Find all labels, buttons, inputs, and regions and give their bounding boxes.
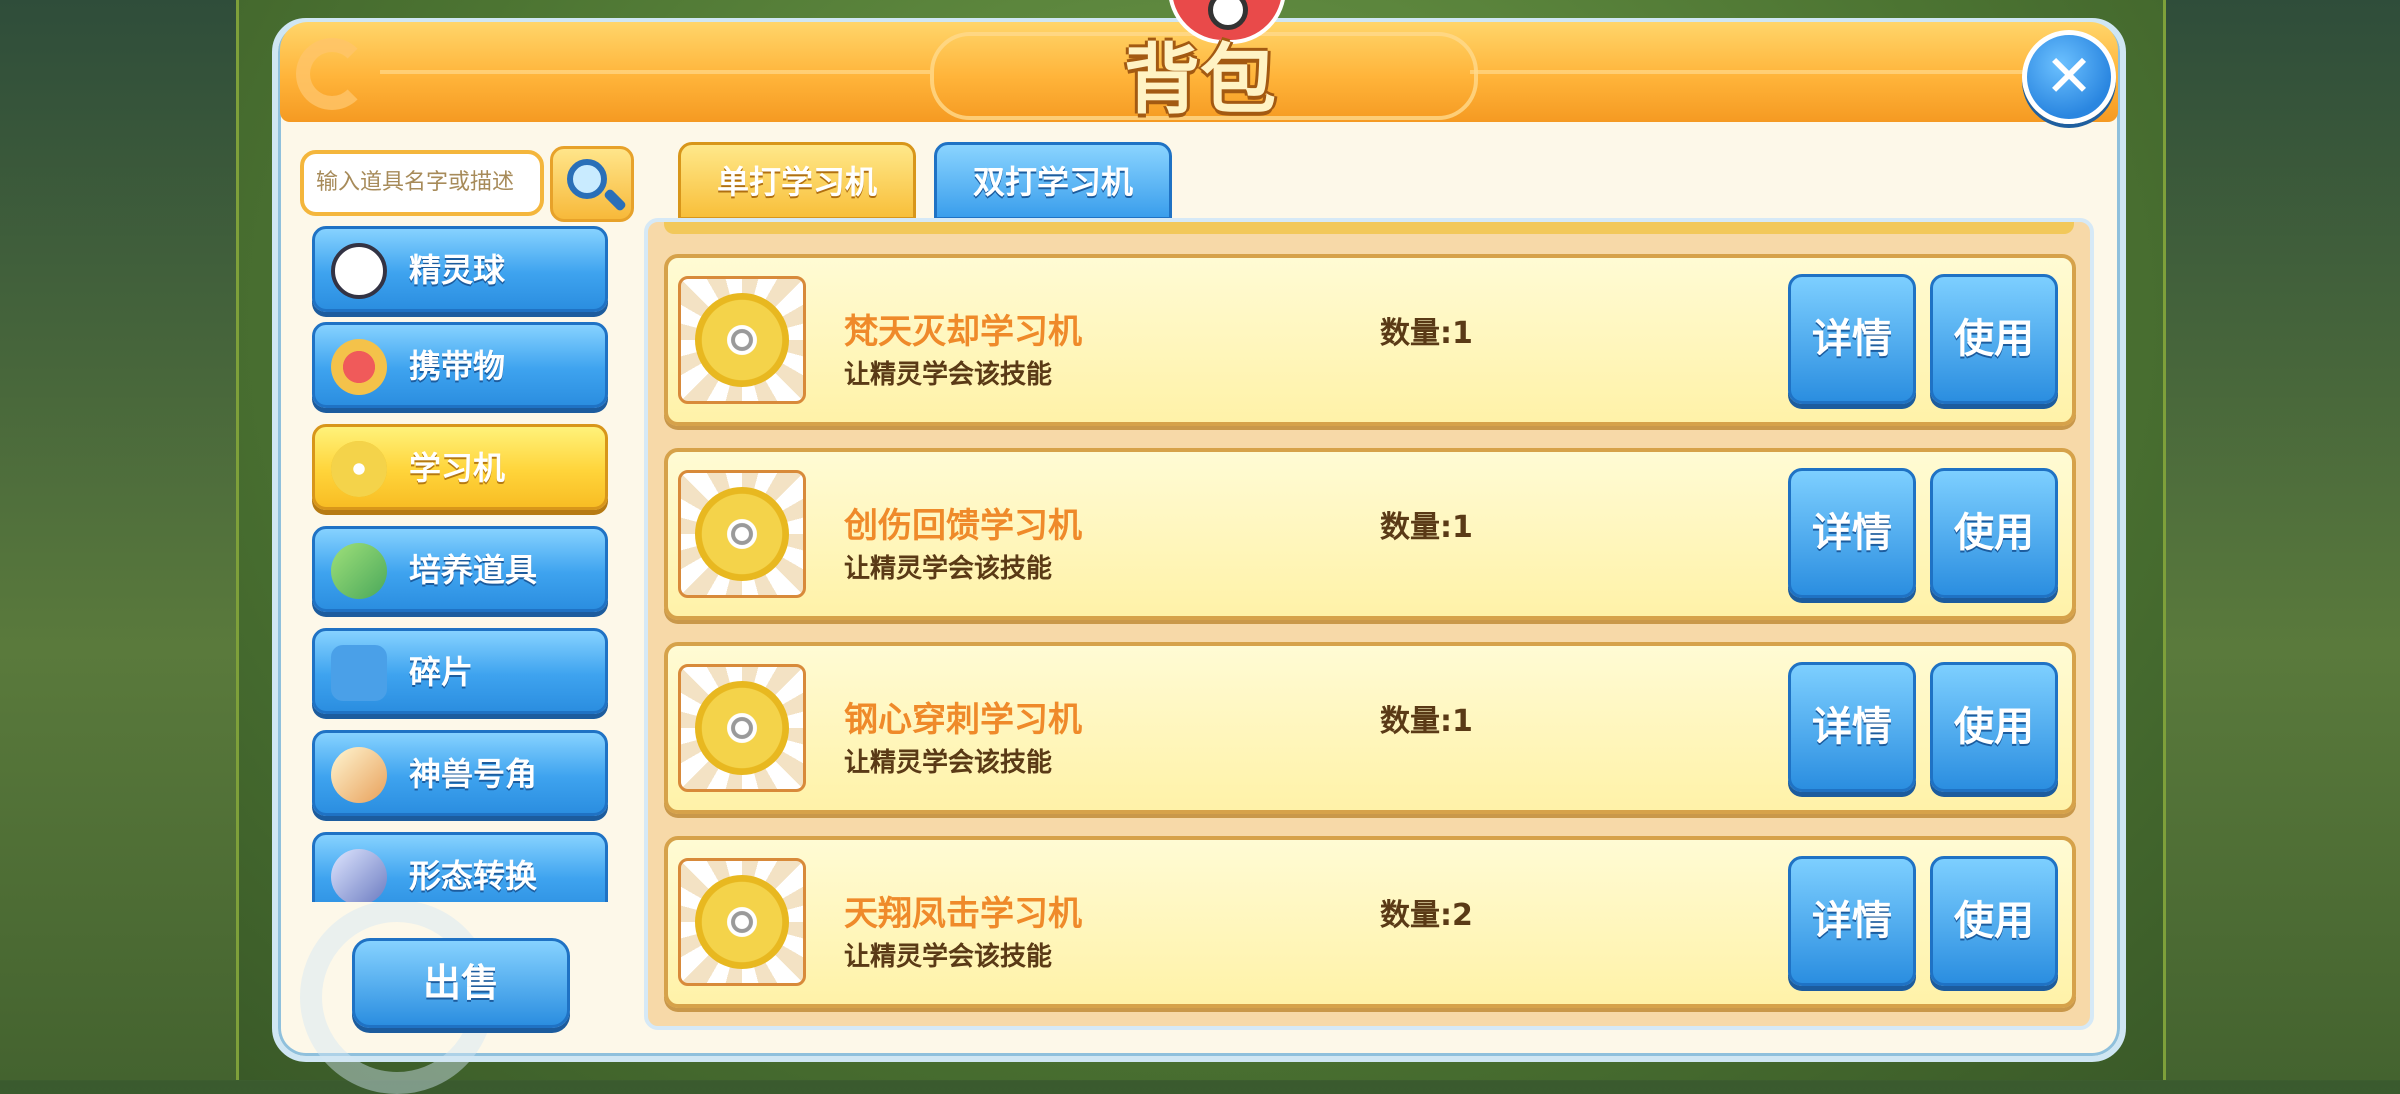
list-scroll-edge	[664, 222, 2074, 234]
search-input[interactable]: 输入道具名字或描述	[300, 150, 544, 216]
header-line-right	[1470, 70, 2030, 74]
item-quantity: 数量:1	[1380, 510, 1473, 545]
use-button[interactable]: 使用	[1930, 468, 2058, 598]
search-button[interactable]	[550, 146, 634, 222]
category-label: 培养道具	[409, 551, 538, 589]
page-title: 背包	[1124, 35, 1276, 124]
detail-button[interactable]: 详情	[1788, 468, 1916, 598]
list-item: 创伤回馈学习机 让精灵学会该技能 数量:1 详情 使用	[664, 448, 2076, 620]
category-label: 神兽号角	[409, 755, 538, 793]
category-training-items[interactable]: 培养道具	[312, 526, 608, 612]
category-label: 精灵球	[409, 251, 506, 289]
item-name: 钢心穿刺学习机	[844, 700, 1082, 740]
category-label: 碎片	[409, 653, 474, 691]
list-item: 钢心穿刺学习机 让精灵学会该技能 数量:1 详情 使用	[664, 642, 2076, 814]
item-name: 梵天灭却学习机	[844, 312, 1082, 352]
list-item: 梵天灭却学习机 让精灵学会该技能 数量:1 详情 使用	[664, 254, 2076, 426]
item-quantity: 数量:2	[1380, 898, 1473, 933]
disc-icon	[678, 858, 806, 986]
category-held-items[interactable]: 携带物	[312, 322, 608, 408]
item-name: 创伤回馈学习机	[844, 506, 1082, 546]
header-line-left	[380, 70, 930, 74]
disc-icon	[331, 441, 387, 497]
detail-button[interactable]: 详情	[1788, 856, 1916, 986]
category-label: 形态转换	[409, 857, 538, 895]
training-item-icon	[331, 543, 387, 599]
detail-button[interactable]: 详情	[1788, 274, 1916, 404]
form-change-icon	[331, 849, 387, 902]
tab-singles-tm[interactable]: 单打学习机	[678, 142, 916, 220]
category-list[interactable]: 精灵球 携带物 学习机 培养道具 碎片 神兽号角 形态转换	[312, 226, 612, 902]
close-icon: ✕	[2044, 42, 2094, 110]
use-button[interactable]: 使用	[1930, 274, 2058, 404]
use-button[interactable]: 使用	[1930, 856, 2058, 986]
horn-icon	[331, 747, 387, 803]
item-quantity: 数量:1	[1380, 704, 1473, 739]
category-legendary-horn[interactable]: 神兽号角	[312, 730, 608, 816]
category-label: 学习机	[409, 449, 506, 487]
item-description: 让精灵学会该技能	[844, 554, 1053, 584]
item-quantity: 数量:1	[1380, 316, 1473, 351]
list-item: 天翔凤击学习机 让精灵学会该技能 数量:2 详情 使用	[664, 836, 2076, 1008]
background-left	[0, 0, 236, 1080]
item-description: 让精灵学会该技能	[844, 748, 1053, 778]
pokeball-icon	[331, 243, 387, 299]
puzzle-piece-icon	[331, 645, 387, 701]
category-pokeball[interactable]: 精灵球	[312, 226, 608, 312]
tab-doubles-tm[interactable]: 双打学习机	[934, 142, 1172, 220]
category-fragments[interactable]: 碎片	[312, 628, 608, 714]
held-item-icon	[331, 339, 387, 395]
category-tm[interactable]: 学习机	[312, 424, 608, 510]
item-description: 让精灵学会该技能	[844, 942, 1053, 972]
use-button[interactable]: 使用	[1930, 662, 2058, 792]
disc-icon	[678, 276, 806, 404]
disc-icon	[678, 470, 806, 598]
category-label: 携带物	[409, 347, 506, 385]
item-description: 让精灵学会该技能	[844, 360, 1053, 390]
sell-button[interactable]: 出售	[352, 938, 570, 1028]
close-button[interactable]: ✕	[2022, 30, 2116, 124]
item-name: 天翔凤击学习机	[844, 894, 1082, 934]
disc-icon	[678, 664, 806, 792]
background-right	[2164, 0, 2400, 1080]
header-decoration	[296, 38, 368, 110]
detail-button[interactable]: 详情	[1788, 662, 1916, 792]
category-form-change[interactable]: 形态转换	[312, 832, 608, 902]
search-icon	[567, 159, 607, 199]
